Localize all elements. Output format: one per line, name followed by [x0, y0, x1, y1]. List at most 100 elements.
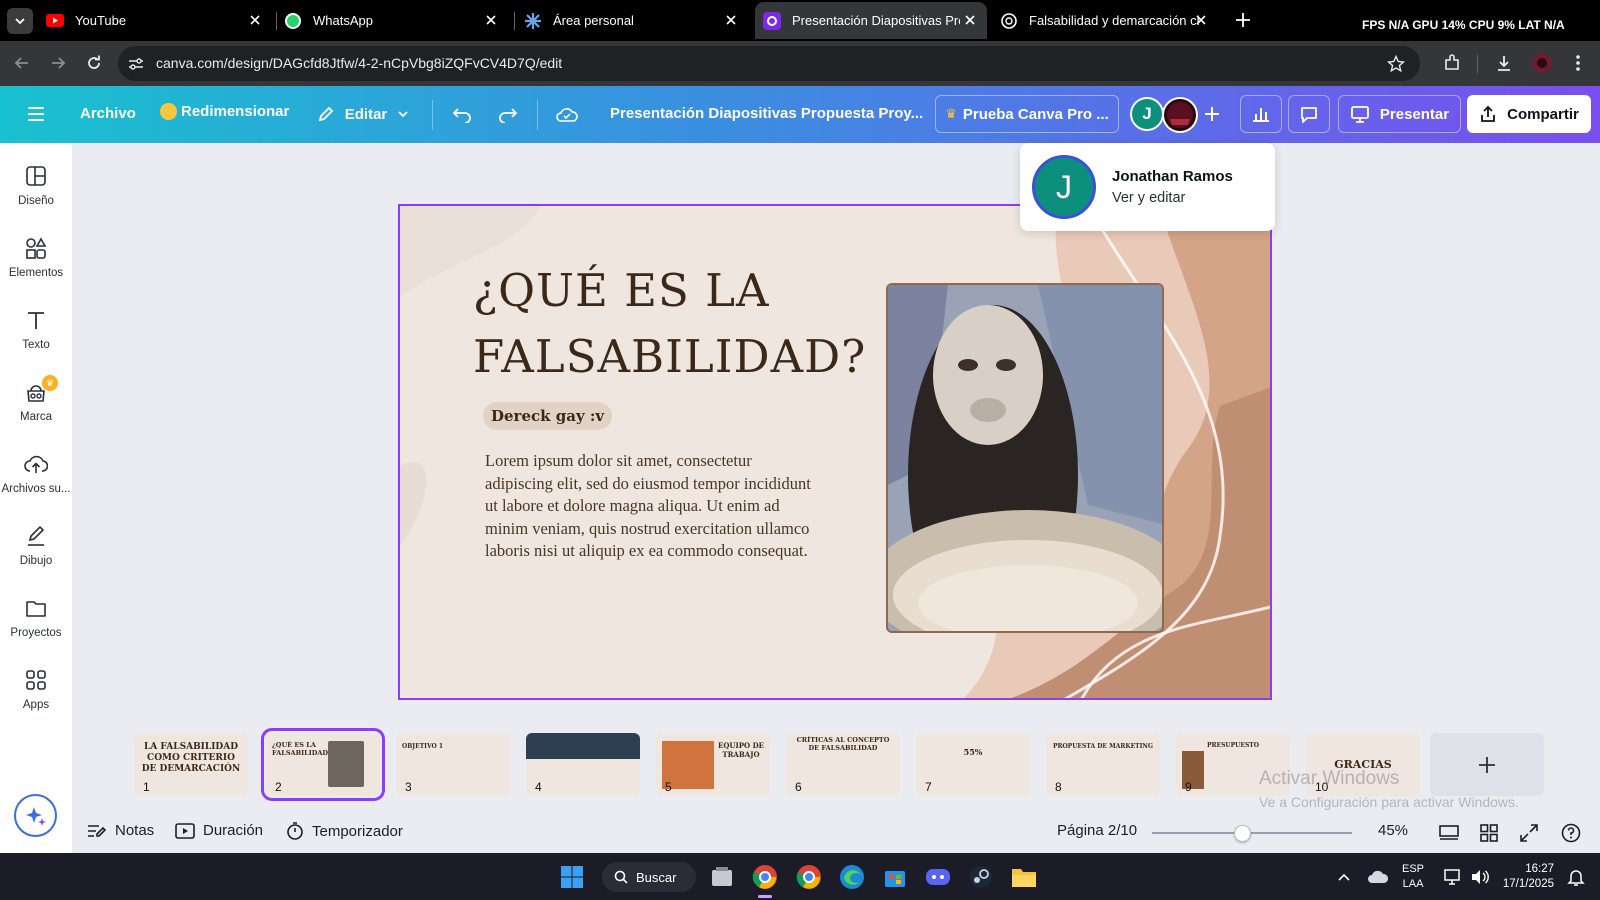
page-thumbnail[interactable]: CRÍTICAS AL CONCEPTO DE FALSABILIDAD 6	[786, 733, 900, 796]
site-info-icon[interactable]	[124, 52, 148, 76]
canva-pro-trial-button[interactable]: ♛ Prueba Canva Pro ...	[935, 95, 1119, 133]
system-clock[interactable]: 16:27 17/1/2025	[1496, 862, 1554, 892]
zoom-slider-thumb[interactable]	[1234, 825, 1251, 842]
collaborator-avatar[interactable]: J	[1130, 97, 1164, 131]
add-collaborator-icon[interactable]	[1200, 102, 1224, 126]
page-thumbnail-selected[interactable]: ¿QUÉ ES LA FALSABILIDAD? 2	[261, 728, 385, 801]
share-icon	[1481, 105, 1496, 122]
network-icon[interactable]	[1440, 863, 1468, 891]
magic-assistant-button[interactable]	[14, 794, 57, 837]
timer-button[interactable]: Temporizador	[286, 822, 403, 840]
timer-label: Temporizador	[312, 822, 403, 840]
new-tab-icon[interactable]	[1231, 8, 1255, 32]
bookmark-star-icon[interactable]	[1384, 52, 1408, 76]
duration-button[interactable]: Duración	[175, 822, 263, 839]
tab-search-chevron-icon[interactable]	[7, 8, 33, 34]
cloud-saved-icon[interactable]	[555, 103, 579, 127]
page-view-icon[interactable]	[1437, 821, 1461, 845]
comments-button[interactable]	[1288, 95, 1330, 133]
onedrive-icon[interactable]	[1364, 863, 1392, 891]
tab-title: Presentación Diapositivas Propu	[792, 13, 960, 28]
undo-icon[interactable]	[450, 103, 474, 127]
page-indicator[interactable]: Página 2/10	[1057, 822, 1137, 839]
sidebar-item-text[interactable]: Texto	[0, 309, 72, 369]
chrome-icon[interactable]	[795, 863, 823, 891]
sidebar-item-elements[interactable]: Elementos	[0, 237, 72, 297]
page-thumbnail[interactable]: OBJETIVO 1 3	[396, 733, 510, 796]
chrome-active-icon[interactable]	[751, 863, 779, 891]
grid-view-icon[interactable]	[1477, 821, 1501, 845]
add-page-button[interactable]	[1430, 733, 1544, 796]
share-button[interactable]: Compartir	[1467, 95, 1591, 133]
chevron-up-icon[interactable]	[1330, 863, 1358, 891]
forward-icon[interactable]	[46, 51, 70, 75]
owner-avatar[interactable]	[1162, 97, 1198, 133]
taskbar-search[interactable]: Buscar	[602, 862, 696, 892]
file-menu[interactable]: Archivo	[80, 105, 136, 122]
edge-icon[interactable]	[838, 863, 866, 891]
close-icon[interactable]	[963, 13, 977, 27]
back-icon[interactable]	[10, 51, 34, 75]
sidebar-item-uploads[interactable]: Archivos su...	[0, 453, 72, 513]
help-icon[interactable]	[1559, 821, 1583, 845]
sidebar-item-brand[interactable]: Marca ♛	[0, 375, 72, 441]
tab-area-personal[interactable]: Área personal	[524, 2, 752, 39]
page-thumbnail[interactable]: EQUIPO DE TRABAJO 5	[656, 733, 770, 796]
sidebar-item-apps[interactable]: Apps	[0, 669, 72, 729]
close-icon[interactable]	[248, 13, 262, 27]
notification-icon[interactable]	[1562, 863, 1590, 891]
tab-youtube[interactable]: YouTube	[46, 2, 276, 39]
steam-icon[interactable]	[967, 863, 995, 891]
hamburger-menu-icon[interactable]	[24, 102, 48, 126]
close-icon[interactable]	[724, 13, 738, 27]
present-button[interactable]: Presentar	[1338, 95, 1461, 133]
popover-avatar: J	[1032, 155, 1096, 219]
thumbnail-photo	[328, 741, 364, 787]
close-icon[interactable]	[1194, 13, 1208, 27]
duration-label: Duración	[203, 822, 264, 839]
sidebar-item-design[interactable]: Diseño	[0, 165, 72, 225]
fullscreen-icon[interactable]	[1517, 821, 1541, 845]
tab-falsabilidad[interactable]: Falsabilidad y demarcación cien	[1000, 2, 1222, 39]
sidebar-item-projects[interactable]: Proyectos	[0, 597, 72, 657]
slide-subtitle-pill[interactable]: Dereck gay :v	[483, 402, 613, 430]
task-view-icon[interactable]	[708, 863, 736, 891]
slide-canvas[interactable]: ¿QUÉ ES LA FALSABILIDAD? Dereck gay :v L…	[398, 204, 1272, 700]
clock-time: 16:27	[1525, 863, 1554, 875]
page-thumbnail[interactable]: LA FALSABILIDAD COMO CRITERIO DE DEMARCA…	[134, 733, 248, 796]
reload-icon[interactable]	[82, 51, 106, 75]
document-title[interactable]: Presentación Diapositivas Propuesta Proy…	[610, 105, 923, 122]
volume-icon[interactable]	[1466, 863, 1494, 891]
slide-body-text[interactable]: Lorem ipsum dolor sit amet, consectetur …	[485, 450, 820, 563]
close-icon[interactable]	[484, 13, 498, 27]
tab-canva-presentation[interactable]: Presentación Diapositivas Propu	[755, 2, 987, 39]
slide-title[interactable]: ¿QUÉ ES LA FALSABILIDAD?	[473, 258, 866, 390]
discord-icon[interactable]	[924, 863, 952, 891]
sidebar-item-draw[interactable]: Dibujo	[0, 525, 72, 585]
download-icon[interactable]	[1492, 51, 1516, 75]
profile-avatar[interactable]	[1530, 51, 1554, 75]
sidebar-item-label: Marca	[20, 411, 52, 423]
page-thumbnail[interactable]: 55% 7	[916, 733, 1030, 796]
store-icon[interactable]	[881, 863, 909, 891]
thumbnail-title: EQUIPO DE TRABAJO	[717, 741, 765, 759]
extensions-icon[interactable]	[1440, 51, 1464, 75]
windows-start-icon[interactable]	[558, 863, 586, 891]
notes-button[interactable]: Notas	[87, 822, 154, 839]
slide-photo[interactable]	[886, 283, 1164, 633]
language-indicator[interactable]: ESP LAA	[1402, 862, 1424, 892]
page-thumbnail[interactable]: 4	[526, 733, 640, 796]
file-explorer-icon[interactable]	[1010, 863, 1038, 891]
resize-button[interactable]: Redimensionar	[160, 103, 289, 120]
edit-menu-button[interactable]: Editar	[308, 95, 418, 133]
page-thumbnail[interactable]: PROPUESTA DE MARKETING 8	[1046, 733, 1160, 796]
thumbnail-number: 9	[1185, 780, 1192, 794]
browser-menu-icon[interactable]	[1566, 51, 1590, 75]
insights-button[interactable]	[1240, 95, 1282, 133]
duration-icon	[175, 822, 195, 839]
zoom-slider[interactable]	[1152, 825, 1352, 842]
address-bar[interactable]: canva.com/design/DAGcfd8Jtfw/4-2-nCpVbg8…	[118, 46, 1420, 81]
redo-icon[interactable]	[496, 103, 520, 127]
tab-whatsapp[interactable]: WhatsApp	[284, 2, 512, 39]
zoom-level[interactable]: 45%	[1378, 822, 1408, 839]
